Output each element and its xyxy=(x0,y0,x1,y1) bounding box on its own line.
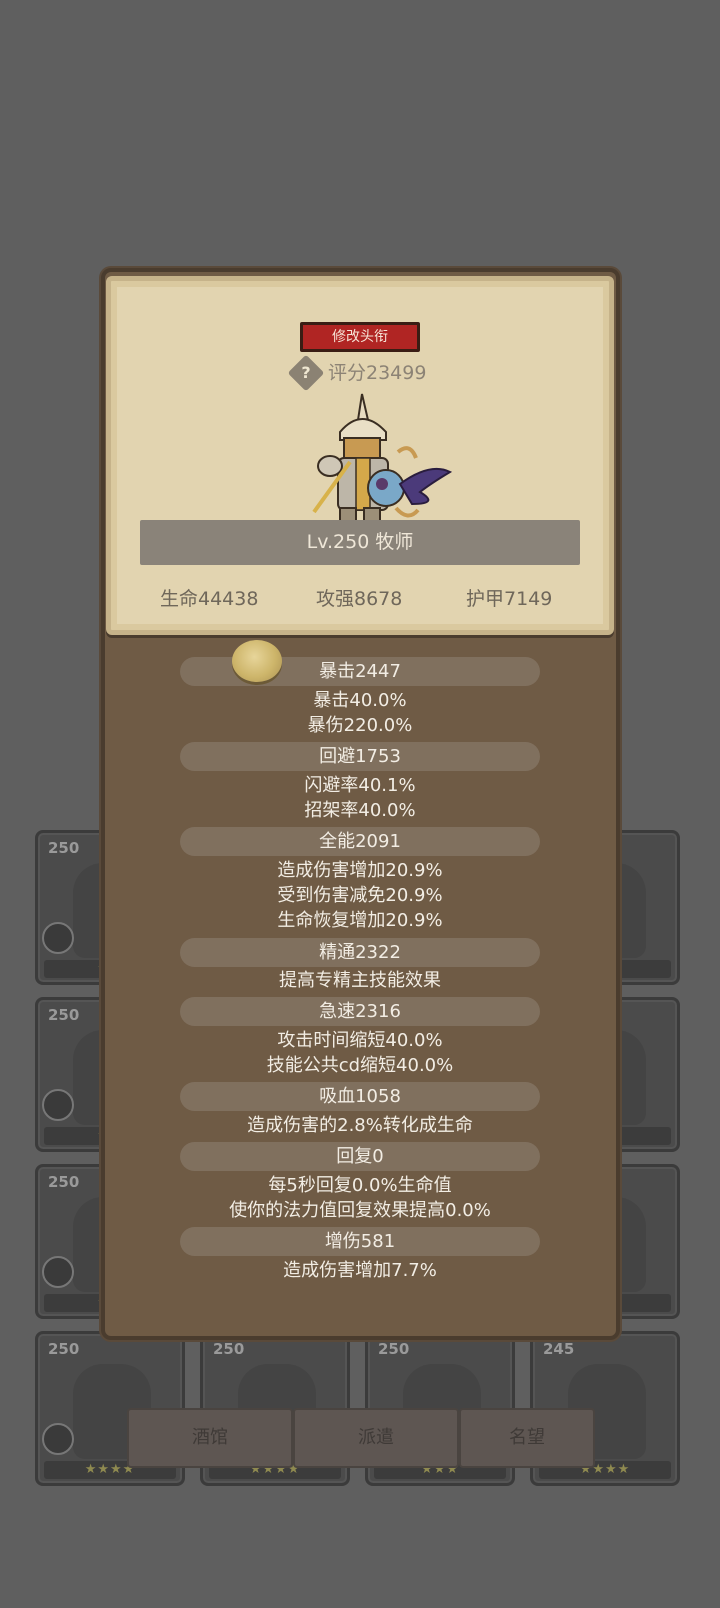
level-class-bar: Lv.250 牧师 xyxy=(140,520,580,565)
stat-detail: 攻击时间缩短40.0% xyxy=(277,1030,443,1051)
stat-detail: 招架率40.0% xyxy=(304,800,416,821)
edit-title-button[interactable]: 修改头衔 xyxy=(300,322,420,352)
skill-badge xyxy=(42,1423,74,1455)
skill-badge xyxy=(42,922,74,954)
stat-haste-header: 急速2316 xyxy=(180,997,540,1026)
stat-attack-power: 攻强8678 xyxy=(316,588,403,610)
stat-armor: 护甲7149 xyxy=(466,588,553,610)
skill-badge xyxy=(42,1256,74,1288)
stat-regen-header: 回复0 xyxy=(180,1142,540,1171)
stat-detail: 提高专精主技能效果 xyxy=(279,970,441,991)
hero-level: 250 xyxy=(48,1340,80,1358)
stat-mastery-header: 精通2322 xyxy=(180,938,540,967)
hero-level: 250 xyxy=(213,1340,245,1358)
stat-dodge-header: 回避1753 xyxy=(180,742,540,771)
fame-button[interactable]: 名望 xyxy=(459,1408,595,1468)
stat-detail: 暴击40.0% xyxy=(313,690,407,711)
stat-lifesteal-header: 吸血1058 xyxy=(180,1082,540,1111)
tavern-button[interactable]: 酒馆 xyxy=(127,1408,293,1468)
stat-detail: 技能公共cd缩短40.0% xyxy=(266,1055,454,1076)
stat-detail: 暴伤220.0% xyxy=(307,715,413,736)
hero-level: 250 xyxy=(48,839,80,857)
hero-level: 250 xyxy=(378,1340,410,1358)
hero-sprite xyxy=(312,393,453,529)
score-label: 评分23499 xyxy=(328,362,427,384)
stat-damage-bonus-header: 增伤581 xyxy=(180,1227,540,1256)
screen: { "panel": { "title_button": "修改头衔", "he… xyxy=(0,0,720,1608)
stat-detail: 生命恢复增加20.9% xyxy=(277,910,443,931)
hero-level: 245 xyxy=(543,1340,575,1358)
dispatch-button[interactable]: 派遣 xyxy=(293,1408,459,1468)
stat-detail: 造成伤害增加7.7% xyxy=(283,1260,437,1281)
stat-detail: 每5秒回复0.0%生命值 xyxy=(268,1175,452,1196)
hero-level: 250 xyxy=(48,1173,80,1191)
stat-versatility-header: 全能2091 xyxy=(180,827,540,856)
stat-detail: 闪避率40.1% xyxy=(304,775,416,796)
stat-detail: 造成伤害的2.8%转化成生命 xyxy=(247,1115,473,1136)
stat-health: 生命44438 xyxy=(160,588,259,610)
gold-coin-icon xyxy=(232,640,282,682)
hero-level: 250 xyxy=(48,1006,80,1024)
stat-detail: 造成伤害增加20.9% xyxy=(277,860,443,881)
skill-badge xyxy=(42,1089,74,1121)
question-diamond-icon[interactable]: ? xyxy=(287,354,325,392)
stat-detail: 受到伤害减免20.9% xyxy=(277,885,443,906)
stat-detail: 使你的法力值回复效果提高0.0% xyxy=(229,1200,491,1221)
